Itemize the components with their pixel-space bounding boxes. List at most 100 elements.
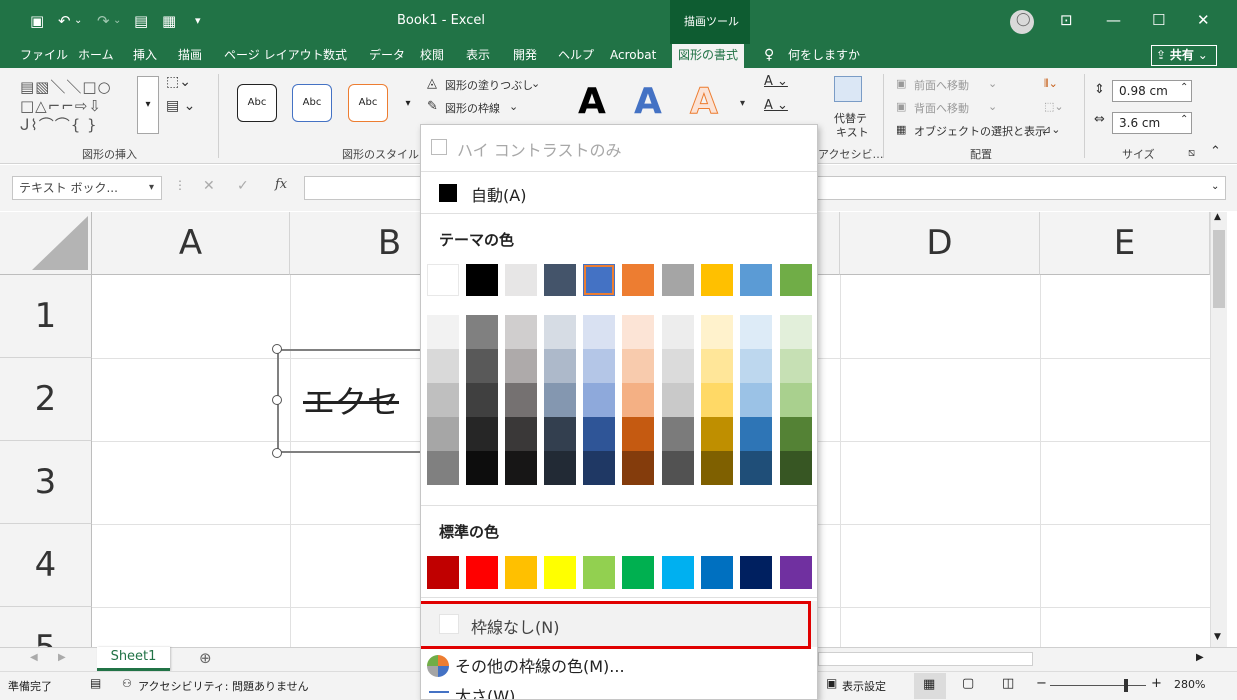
wordart-style-blue[interactable]: A bbox=[634, 80, 662, 124]
theme-shade-swatch[interactable] bbox=[662, 349, 694, 383]
height-spinner-icon[interactable]: ⌃ bbox=[1180, 82, 1188, 93]
tab-data[interactable]: データ bbox=[369, 44, 405, 68]
tab-insert[interactable]: 挿入 bbox=[133, 44, 157, 68]
theme-shade-swatch[interactable] bbox=[780, 417, 812, 451]
insert-function-button[interactable]: fx bbox=[275, 177, 287, 192]
tab-review[interactable]: 校閲 bbox=[420, 44, 444, 68]
theme-shade-swatch[interactable] bbox=[505, 451, 537, 485]
tab-help[interactable]: ヘルプ bbox=[558, 44, 594, 68]
standard-color-swatch[interactable] bbox=[544, 556, 576, 589]
theme-shade-swatch[interactable] bbox=[466, 417, 498, 451]
theme-shade-swatch[interactable] bbox=[583, 451, 615, 485]
edit-shape-icon[interactable]: ⬚⌄ bbox=[166, 74, 191, 90]
save-icon[interactable]: ▣ bbox=[30, 10, 44, 32]
standard-color-swatch[interactable] bbox=[505, 556, 537, 589]
theme-color-swatch[interactable] bbox=[427, 264, 459, 296]
next-sheet-icon[interactable]: ▶ bbox=[58, 652, 66, 663]
tab-home[interactable]: ホーム bbox=[78, 44, 114, 68]
theme-shade-swatch[interactable] bbox=[662, 451, 694, 485]
theme-shade-swatch[interactable] bbox=[780, 349, 812, 383]
theme-shade-swatch[interactable] bbox=[544, 349, 576, 383]
expand-formula-bar-icon[interactable]: ⌄ bbox=[1211, 181, 1219, 192]
column-header-d[interactable]: D bbox=[840, 212, 1040, 275]
text-fill-icon[interactable]: A ⌄ bbox=[764, 74, 788, 89]
theme-shade-swatch[interactable] bbox=[505, 349, 537, 383]
select-all-corner[interactable] bbox=[0, 212, 92, 275]
page-layout-view-icon[interactable]: ▢ bbox=[962, 676, 974, 691]
theme-shade-swatch[interactable] bbox=[466, 315, 498, 349]
theme-shade-swatch[interactable] bbox=[583, 417, 615, 451]
standard-color-swatch[interactable] bbox=[622, 556, 654, 589]
width-spinner-icon[interactable]: ⌃ bbox=[1180, 114, 1188, 125]
wordart-more-icon[interactable]: ▾ bbox=[740, 98, 745, 109]
accessibility-status[interactable]: アクセシビリティ: 問題ありません bbox=[138, 678, 309, 694]
page-break-view-icon[interactable]: ◫ bbox=[1002, 676, 1014, 691]
theme-color-swatch[interactable] bbox=[544, 264, 576, 296]
zoom-slider-thumb[interactable] bbox=[1124, 679, 1128, 692]
theme-shade-swatch[interactable] bbox=[505, 417, 537, 451]
tab-acrobat[interactable]: Acrobat bbox=[610, 44, 656, 68]
selection-pane-button[interactable]: オブジェクトの選択と表示 bbox=[914, 123, 1046, 139]
alt-text-icon[interactable] bbox=[834, 76, 862, 102]
row-header-4[interactable]: 4 bbox=[0, 524, 92, 607]
resize-handle[interactable] bbox=[272, 344, 282, 354]
theme-shade-swatch[interactable] bbox=[740, 315, 772, 349]
shape-outline-button[interactable]: ✎ 図形の枠線 ⌄ bbox=[427, 99, 557, 115]
theme-shade-swatch[interactable] bbox=[544, 417, 576, 451]
resize-handle[interactable] bbox=[272, 395, 282, 405]
theme-shade-swatch[interactable] bbox=[622, 349, 654, 383]
zoom-in-icon[interactable]: + bbox=[1151, 676, 1162, 691]
theme-shade-swatch[interactable] bbox=[544, 315, 576, 349]
scroll-up-icon[interactable]: ▲ bbox=[1214, 212, 1221, 222]
customize-qat-icon[interactable]: ▾ bbox=[195, 10, 201, 32]
horizontal-scrollbar[interactable] bbox=[818, 652, 1033, 666]
tell-me-search[interactable]: 何をしますか bbox=[788, 44, 860, 68]
row-header-1[interactable]: 1 bbox=[0, 275, 92, 358]
theme-shade-swatch[interactable] bbox=[583, 349, 615, 383]
print-preview-icon[interactable]: ▤ bbox=[134, 10, 148, 32]
automatic-color-option[interactable]: 自動(A) bbox=[421, 174, 817, 212]
maximize-icon[interactable]: ☐ bbox=[1152, 10, 1165, 30]
tab-page-layout[interactable]: ページ レイアウト bbox=[224, 44, 324, 68]
standard-color-swatch[interactable] bbox=[466, 556, 498, 589]
ribbon-display-options-icon[interactable]: ⊡ bbox=[1060, 10, 1073, 30]
theme-shade-swatch[interactable] bbox=[662, 417, 694, 451]
column-header-a[interactable]: A bbox=[92, 212, 290, 275]
resize-handle[interactable] bbox=[272, 448, 282, 458]
row-header-2[interactable]: 2 bbox=[0, 358, 92, 441]
theme-color-swatch[interactable] bbox=[701, 264, 733, 296]
theme-shade-swatch[interactable] bbox=[701, 383, 733, 417]
undo-icon[interactable]: ↶ bbox=[58, 10, 71, 32]
standard-color-swatch[interactable] bbox=[780, 556, 812, 589]
theme-color-swatch[interactable] bbox=[740, 264, 772, 296]
shape-style-preset-3[interactable]: Abc bbox=[348, 84, 388, 122]
form-icon[interactable]: ▦ bbox=[162, 10, 176, 32]
theme-shade-swatch[interactable] bbox=[505, 315, 537, 349]
theme-shade-swatch[interactable] bbox=[427, 315, 459, 349]
collapse-ribbon-icon[interactable]: ⌃ bbox=[1210, 144, 1221, 159]
theme-shade-swatch[interactable] bbox=[427, 451, 459, 485]
more-outline-colors-option[interactable]: その他の枠線の色(M)... bbox=[421, 649, 817, 679]
tab-developer[interactable]: 開発 bbox=[513, 44, 537, 68]
account-avatar[interactable]: ◯ bbox=[1010, 10, 1034, 34]
tab-view[interactable]: 表示 bbox=[466, 44, 490, 68]
vertical-scrollbar[interactable]: ▲ ▼ bbox=[1210, 212, 1227, 647]
scroll-right-icon[interactable]: ▶ bbox=[1196, 652, 1204, 663]
theme-shade-swatch[interactable] bbox=[544, 383, 576, 417]
shape-style-preset-1[interactable]: Abc bbox=[237, 84, 277, 122]
share-button[interactable]: ⇪ 共有 ⌄ bbox=[1151, 45, 1217, 66]
theme-shade-swatch[interactable] bbox=[622, 451, 654, 485]
zoom-slider[interactable] bbox=[1050, 685, 1146, 686]
theme-shade-swatch[interactable] bbox=[544, 451, 576, 485]
tab-draw[interactable]: 描画 bbox=[178, 44, 202, 68]
theme-shade-swatch[interactable] bbox=[701, 417, 733, 451]
theme-shade-swatch[interactable] bbox=[583, 315, 615, 349]
row-header-3[interactable]: 3 bbox=[0, 441, 92, 524]
theme-color-swatch[interactable] bbox=[583, 264, 615, 296]
shape-fill-button[interactable]: ◬ 図形の塗りつぶし ⌄ bbox=[427, 76, 557, 92]
standard-color-swatch[interactable] bbox=[740, 556, 772, 589]
theme-shade-swatch[interactable] bbox=[466, 349, 498, 383]
size-dialog-launcher-icon[interactable]: ⧅ bbox=[1188, 146, 1195, 160]
shape-style-preset-2[interactable]: Abc bbox=[292, 84, 332, 122]
theme-color-swatch[interactable] bbox=[780, 264, 812, 296]
